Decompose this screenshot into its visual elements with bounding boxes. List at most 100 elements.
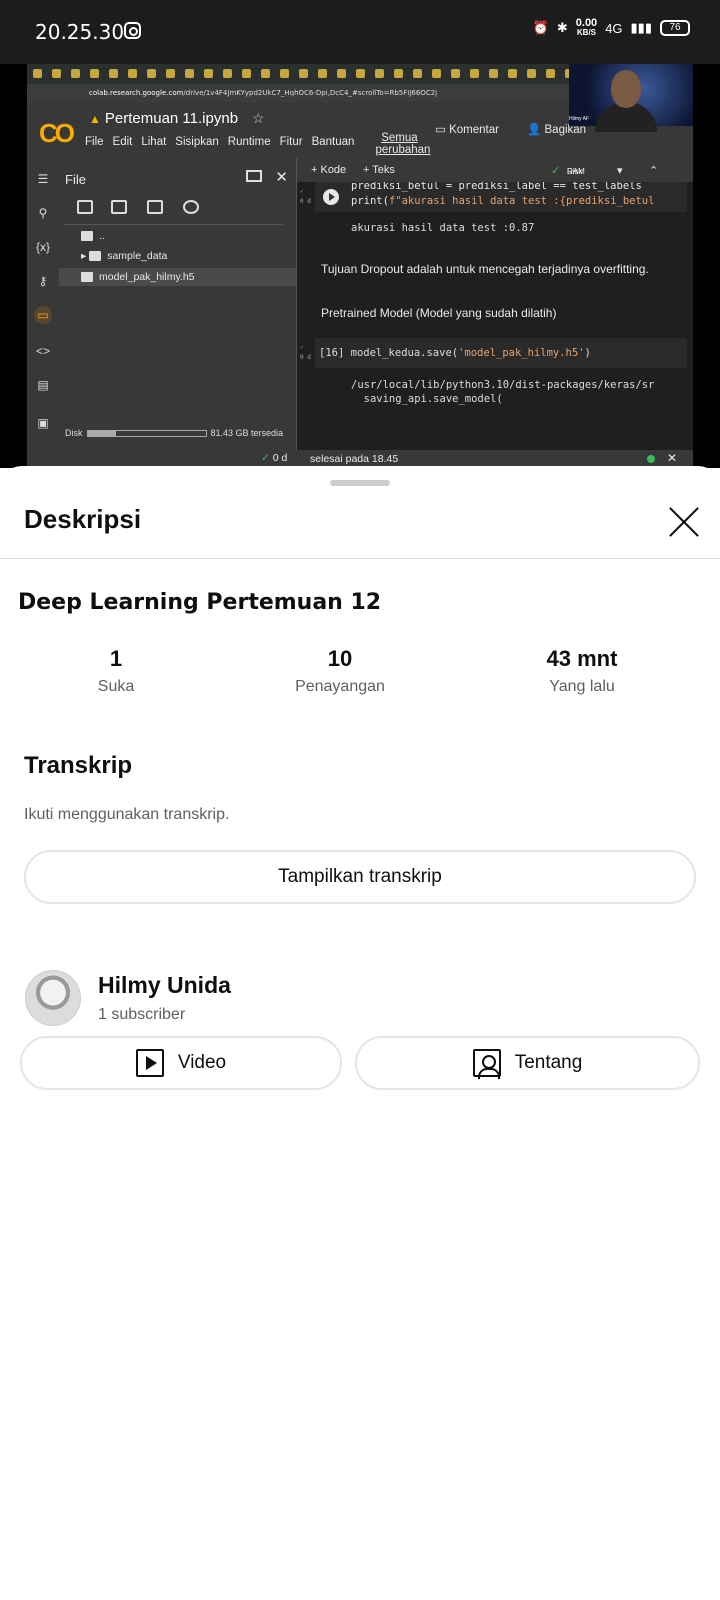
videos-button[interactable]: Video bbox=[20, 1036, 342, 1090]
stat-value: 1 bbox=[109, 646, 123, 671]
menu-help: Bantuan bbox=[311, 136, 355, 148]
chevron-up-icon: ⌃ bbox=[649, 165, 659, 177]
cell-code: prediksi_betul = prediksi_label == test_… bbox=[351, 182, 655, 207]
folder-icon bbox=[81, 231, 93, 242]
variables-icon: {x} bbox=[35, 240, 50, 254]
refresh-folder-icon bbox=[111, 200, 127, 214]
menu-tools: Fitur bbox=[279, 136, 303, 148]
file-item-sample-data: ▸ sample_data bbox=[81, 250, 168, 262]
terminal-list-icon: ▤ bbox=[37, 378, 49, 392]
menu-runtime: Runtime bbox=[227, 136, 271, 148]
key-icon: ⚷ bbox=[38, 274, 48, 288]
stat-label: Suka bbox=[97, 678, 135, 695]
notebook-toolbar: + Kode + Teks ✓ RAM Disk ▾ ⌃ bbox=[297, 158, 693, 182]
file-panel-title: File bbox=[65, 172, 86, 187]
file-icon bbox=[81, 272, 93, 283]
instagram-icon bbox=[124, 22, 141, 39]
videos-button-label: Video bbox=[177, 1052, 227, 1073]
webcam-overlay: Hilmy AF bbox=[569, 64, 693, 132]
stat-likes: 1 Suka bbox=[16, 646, 216, 696]
exec-status: selesai pada 18.45 bbox=[310, 453, 399, 465]
video-player[interactable]: colab.research.google.com/drive/1v4F4JmK… bbox=[0, 64, 720, 532]
disk-usage: Disk 81.43 GB tersedia bbox=[65, 428, 284, 438]
status-bar: 20.25.30 ⏰ ✱ 0.00 KB/S 4G ▮▮▮ 76 bbox=[0, 0, 720, 64]
description-sheet: Deskripsi Deep Learning Pertemuan 12 1 S… bbox=[0, 466, 720, 1598]
stat-label: Yang lalu bbox=[549, 678, 615, 695]
network-type: 4G bbox=[605, 20, 623, 36]
close-icon: ✕ bbox=[275, 169, 288, 186]
menu-edit: Edit bbox=[112, 136, 133, 148]
about-button-label: Tentang bbox=[514, 1052, 583, 1073]
alarm-icon: ⏰ bbox=[532, 20, 549, 35]
sheet-title: Deskripsi bbox=[24, 504, 142, 534]
transcript-subtitle: Ikuti menggunakan transkrip. bbox=[24, 806, 230, 823]
app-root: 20.25.30 ⏰ ✱ 0.00 KB/S 4G ▮▮▮ 76 colab.re… bbox=[0, 0, 720, 1600]
folder-icon: ▭ bbox=[34, 306, 52, 324]
dropdown-icon: ▾ bbox=[617, 165, 623, 177]
divider bbox=[0, 558, 720, 559]
colab-menu: File Edit Lihat Sisipkan Runtime Fitur B… bbox=[85, 132, 430, 156]
close-icon: ✕ bbox=[667, 451, 678, 465]
subscriber-count: 1 subscriber bbox=[98, 1006, 186, 1023]
video-frame: colab.research.google.com/drive/1v4F4JmK… bbox=[27, 64, 693, 468]
drive-icon bbox=[147, 200, 163, 214]
status-icons: ⏰ ✱ 0.00 KB/S 4G ▮▮▮ 76 bbox=[533, 18, 690, 38]
exec-time: ✓ 0 d bbox=[261, 452, 288, 464]
hide-icon bbox=[183, 200, 199, 214]
add-text-label: + Teks bbox=[363, 164, 395, 176]
stat-label: Penayangan bbox=[295, 678, 385, 695]
channel-name[interactable]: Hilmy Unida bbox=[98, 972, 231, 999]
stat-views: 10 Penayangan bbox=[240, 646, 440, 696]
run-cell-icon bbox=[323, 189, 339, 205]
file-panel: File ✕ .. ▸ sample_data model_pak_hilmy.… bbox=[59, 158, 297, 450]
colab-sidebar: ☰ ⚲ {x} ⚷ ▭ <> ▤ ▣ bbox=[27, 158, 59, 450]
cell-check-icon: ✓ bbox=[300, 188, 304, 195]
file-item-model: model_pak_hilmy.h5 bbox=[59, 268, 296, 286]
status-dot-icon bbox=[647, 455, 655, 463]
cell-check-icon: ✓ bbox=[300, 344, 304, 351]
show-transcript-button[interactable]: Tampilkan transkrip bbox=[24, 850, 696, 904]
toc-icon: ☰ bbox=[37, 172, 49, 186]
disk-usage-bar bbox=[86, 430, 207, 438]
code-cell: [16] model_kedua.save('model_pak_hilmy.h… bbox=[315, 338, 687, 368]
status-time: 20.25.30 bbox=[35, 20, 125, 44]
stat-value: 43 mnt bbox=[546, 646, 618, 671]
video-title: Deep Learning Pertemuan 12 bbox=[18, 590, 382, 615]
avatar[interactable] bbox=[25, 970, 81, 1026]
drag-handle[interactable] bbox=[330, 480, 390, 486]
all-changes-link: Semua perubahan bbox=[375, 132, 431, 156]
cell-output: /usr/local/lib/python3.10/dist-packages/… bbox=[351, 379, 655, 405]
markdown-heading: Pretrained Model (Model yang sudah dilat… bbox=[321, 306, 557, 320]
cell-output: akurasi hasil data test :0.87 bbox=[351, 222, 535, 234]
add-code-label: + Kode bbox=[311, 164, 347, 176]
upload-icon bbox=[77, 200, 93, 214]
star-icon: ☆ bbox=[252, 110, 265, 126]
code-cell: prediksi_betul = prediksi_label == test_… bbox=[315, 182, 687, 212]
code-icon: <> bbox=[35, 344, 50, 358]
menu-file: File bbox=[85, 136, 104, 148]
transcript-heading: Transkrip bbox=[24, 752, 133, 779]
markdown-text: Tujuan Dropout adalah untuk mencegah ter… bbox=[321, 262, 649, 276]
comment-label: ▭ Komentar bbox=[435, 124, 499, 136]
window-icon bbox=[246, 170, 262, 182]
check-icon: ✓ bbox=[551, 165, 561, 177]
network-speed: 0.00 KB/S bbox=[575, 17, 598, 38]
battery-icon: 76 bbox=[660, 20, 690, 36]
about-button[interactable]: Tentang bbox=[355, 1036, 700, 1090]
stat-value: 10 bbox=[327, 646, 353, 671]
file-item-parent: .. bbox=[81, 230, 105, 242]
close-icon[interactable] bbox=[668, 506, 700, 538]
stat-age: 43 mnt Yang lalu bbox=[482, 646, 682, 696]
terminal-icon: ▣ bbox=[37, 416, 49, 430]
menu-insert: Sisipkan bbox=[175, 136, 219, 148]
colab-logo: CO bbox=[39, 118, 75, 148]
folder-icon bbox=[89, 251, 102, 262]
menu-view: Lihat bbox=[141, 136, 167, 148]
video-icon bbox=[135, 1049, 164, 1077]
notebook-cells: ✓ 0 d prediksi_betul = prediksi_label ==… bbox=[297, 182, 693, 450]
notebook-title: Pertemuan 11.ipynb☆ bbox=[89, 110, 265, 127]
signal-icon: ▮▮▮ bbox=[630, 20, 652, 35]
bluetooth-icon: ✱ bbox=[556, 20, 568, 35]
profile-icon bbox=[472, 1049, 501, 1079]
search-icon: ⚲ bbox=[38, 206, 48, 220]
